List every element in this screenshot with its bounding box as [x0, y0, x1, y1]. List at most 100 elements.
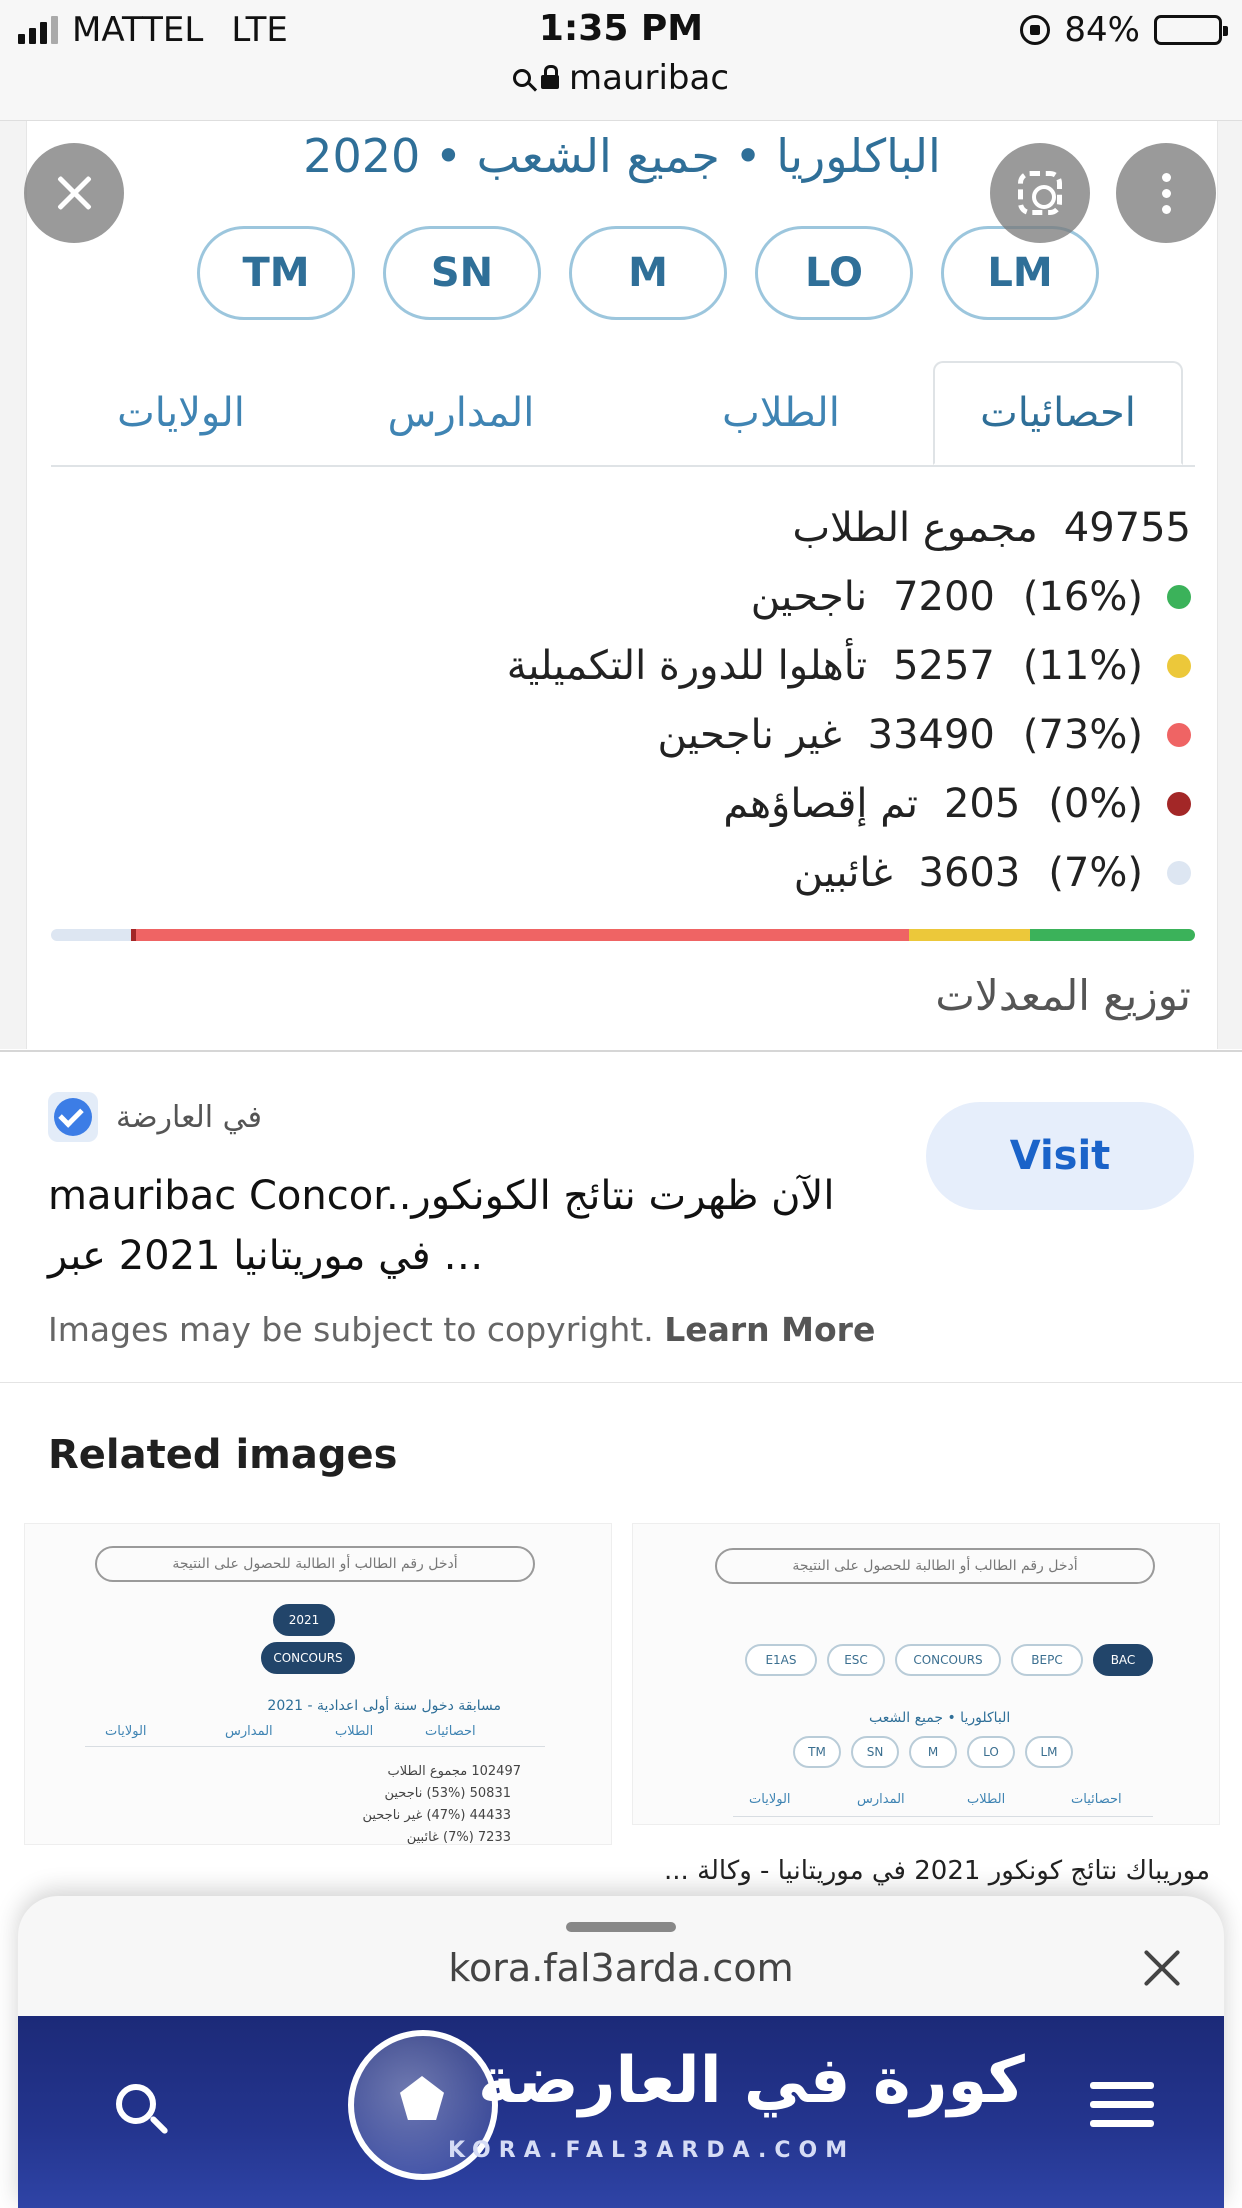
stat-value: 5257 — [893, 642, 995, 689]
more-options-button[interactable] — [1116, 143, 1216, 243]
learn-more-link[interactable]: Learn More — [664, 1310, 875, 1349]
stat-row: (73%) 33490 غير ناجحين — [91, 700, 1191, 769]
thumb-row: 44433 (47%) غير ناجحين — [362, 1808, 511, 1823]
thumb-series-pill: LO — [967, 1736, 1015, 1768]
thumb-series-pill: M — [909, 1736, 957, 1768]
thumb-tab: الطلاب — [967, 1792, 1006, 1807]
battery-info: 84% — [1020, 10, 1228, 50]
progress-segment — [51, 929, 132, 941]
status-dot — [1167, 653, 1191, 678]
stats-list: 49755 مجموع الطلاب (16%) 7200 ناجحين (11… — [91, 493, 1191, 907]
verified-icon — [48, 1092, 98, 1142]
thumb-tab: الولايات — [105, 1724, 147, 1739]
stat-percent: (0%) — [1048, 780, 1143, 827]
more-vert-icon — [1161, 172, 1171, 214]
thumb-exam-pill: E1AS — [745, 1644, 817, 1676]
stat-label: غائبين — [793, 849, 893, 896]
thumb-row: 102497 مجموع الطلاب — [387, 1764, 521, 1779]
image-headline[interactable]: mauribac Concor..الآن ظهرت نتائج الكونكو… — [48, 1166, 868, 1286]
tab-students: الطلاب — [722, 390, 840, 436]
thumb-tab: احصائيات — [1071, 1792, 1122, 1807]
thumb-divider — [733, 1816, 1153, 1817]
stats-tabs: الولايات المدارس الطلاب احصائيات — [51, 361, 1195, 467]
lock-icon — [540, 65, 559, 89]
drag-handle[interactable] — [566, 1922, 676, 1932]
site-preview-sheet[interactable]: kora.fal3arda.com كورة في العارضة KORA.F… — [18, 1896, 1224, 2208]
close-icon — [52, 171, 96, 215]
series-pill: SN — [383, 226, 541, 320]
thumb-year-pill: 2021 — [273, 1604, 335, 1636]
site-logo-subtitle: KORA.FAL3ARDA.COM — [448, 2138, 856, 2163]
status-dot — [1167, 791, 1191, 816]
tab-states: الولايات — [117, 390, 245, 436]
series-pill: LO — [755, 226, 913, 320]
thumb-input: أدخل رقم الطالب أو الطالبة للحصول على ال… — [715, 1548, 1155, 1584]
image-viewer[interactable]: الباكلوريا • جميع الشعب • 2020 TM SN M L… — [0, 121, 1242, 1049]
stat-total-row: 49755 مجموع الطلاب — [91, 493, 1191, 562]
thumb-divider — [85, 1746, 545, 1747]
thumb-tab: احصائيات — [425, 1724, 476, 1739]
image-info-panel: في العارضة Visit mauribac Concor..الآن ظ… — [0, 1050, 1242, 1383]
address-text: mauribac — [568, 58, 730, 98]
status-bar: MATTEL LTE 1:35 PM 84% mauribac — [0, 0, 1242, 121]
stat-percent: (7%) — [1048, 849, 1143, 896]
thumb-exam-pill: BAC — [1093, 1644, 1153, 1676]
copyright-text: Images may be subject to copyright. — [48, 1310, 654, 1349]
series-pill: TM — [197, 226, 355, 320]
copyright-notice: Images may be subject to copyright. Lear… — [48, 1310, 875, 1349]
visit-button[interactable]: Visit — [926, 1102, 1194, 1210]
battery-percent: 84% — [1064, 10, 1140, 50]
source-row[interactable]: في العارضة — [48, 1092, 262, 1142]
thumb-title: مسابقة دخول سنة أولى اعدادية - 2021 — [267, 1698, 501, 1714]
progress-segment — [908, 929, 1031, 941]
thumb-tab: الطلاب — [335, 1724, 374, 1739]
progress-segment — [1030, 929, 1195, 941]
related-images-heading: Related images — [48, 1432, 398, 1478]
lens-button[interactable] — [990, 143, 1090, 243]
stat-percent: (73%) — [1022, 711, 1143, 758]
tab-statistics: احصائيات — [933, 361, 1183, 465]
hamburger-menu-icon[interactable] — [1090, 2082, 1154, 2127]
thumb-series-pill: TM — [793, 1736, 841, 1768]
stat-value: 3603 — [918, 849, 1021, 896]
tab-schools: المدارس — [387, 390, 535, 436]
stat-row: (0%) 205 تم إقصاؤهم — [91, 769, 1191, 838]
thumb-exam-pill: ESC — [827, 1644, 885, 1676]
battery-icon — [1154, 15, 1228, 45]
results-progress-bar — [51, 929, 1195, 941]
close-viewer-button[interactable] — [24, 143, 124, 243]
site-header: كورة في العارضة KORA.FAL3ARDA.COM — [18, 2016, 1224, 2208]
status-dot — [1167, 584, 1191, 609]
stat-label: تم إقصاؤهم — [723, 780, 918, 827]
thumb-series-pill: SN — [851, 1736, 899, 1768]
thumb-exam-pill: CONCOURS — [895, 1644, 1001, 1676]
thumb-exam-pill: BEPC — [1011, 1644, 1083, 1676]
stat-value: 49755 — [1063, 504, 1191, 551]
stat-percent: (11%) — [1022, 642, 1143, 689]
stat-value: 205 — [943, 780, 1021, 827]
address-bar[interactable]: mauribac — [0, 58, 1242, 98]
thumb-concours-pill: CONCOURS — [261, 1642, 355, 1674]
source-name: في العارضة — [116, 1099, 263, 1135]
stat-value: 33490 — [867, 711, 995, 758]
status-dot — [1167, 722, 1191, 747]
thumb-tab: المدارس — [857, 1792, 905, 1807]
thumb-title: الباكلوريا • جميع الشعب — [869, 1710, 1011, 1726]
related-image-caption[interactable]: موريباك نتائج كونكور 2021 في موريتانيا -… — [640, 1856, 1210, 1886]
close-icon[interactable] — [1138, 1944, 1186, 1992]
series-pill: LM — [941, 226, 1099, 320]
preview-image: الباكلوريا • جميع الشعب • 2020 TM SN M L… — [26, 121, 1218, 1049]
status-dot — [1167, 860, 1191, 885]
search-icon[interactable] — [116, 2084, 156, 2124]
progress-segment — [135, 929, 909, 941]
stat-row: (11%) 5257 تأهلوا للدورة التكميلية — [91, 631, 1191, 700]
distribution-heading: توزيع المعدلات — [935, 971, 1191, 1020]
stat-row: (7%) 3603 غائبين — [91, 838, 1191, 907]
thumb-row: 7233 (7%) غائبين — [406, 1830, 511, 1845]
related-image-thumb[interactable]: أدخل رقم الطالب أو الطالبة للحصول على ال… — [24, 1523, 612, 1845]
thumb-input: أدخل رقم الطالب أو الطالبة للحصول على ال… — [95, 1546, 535, 1582]
rotation-lock-icon — [1020, 15, 1051, 45]
sheet-url: kora.fal3arda.com — [448, 1946, 794, 1990]
stat-label: ناجحين — [750, 573, 868, 620]
related-image-thumb[interactable]: أدخل رقم الطالب أو الطالبة للحصول على ال… — [632, 1523, 1220, 1825]
